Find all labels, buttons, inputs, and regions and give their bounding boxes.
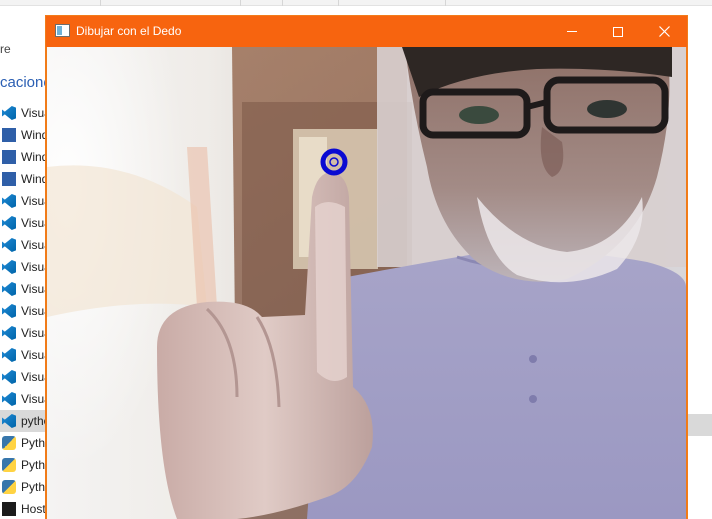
title-bar[interactable]: Dibujar con el Dedo [46, 16, 687, 47]
maximize-icon [613, 26, 623, 37]
list-item[interactable]: Wind [0, 124, 48, 146]
terminal-icon [2, 502, 16, 516]
background-toolbar-strip [0, 0, 712, 6]
list-item[interactable]: Visua [0, 190, 51, 212]
list-item[interactable]: Visua [0, 300, 51, 322]
python-icon [2, 458, 16, 472]
selected-row-highlight [688, 414, 712, 436]
python-icon [2, 480, 16, 494]
window-app-icon [55, 24, 70, 37]
webcam-image [47, 47, 686, 519]
vscode-icon [2, 260, 16, 274]
minimize-button[interactable] [549, 16, 595, 47]
vscode-icon [2, 348, 16, 362]
desktop: re caciones Visual Wind Wind Wind Visua … [0, 0, 712, 519]
list-item[interactable]: Visua [0, 256, 51, 278]
powershell-icon [2, 172, 16, 186]
vscode-icon [2, 216, 16, 230]
list-item[interactable]: Visua [0, 234, 51, 256]
list-item[interactable]: Pytho [0, 432, 52, 454]
background-app-list: Visual Wind Wind Wind Visua Visua Visua … [0, 102, 53, 519]
python-icon [2, 436, 16, 450]
minimize-icon [567, 31, 577, 32]
powershell-icon [2, 128, 16, 142]
list-item[interactable]: Wind [0, 168, 48, 190]
vscode-icon [2, 304, 16, 318]
list-item[interactable]: Visual [0, 102, 53, 124]
list-item[interactable]: Visua [0, 388, 51, 410]
list-item[interactable]: Pytho [0, 476, 52, 498]
list-item-label: Host [21, 502, 46, 516]
vscode-icon [2, 194, 16, 208]
list-item[interactable]: Visua [0, 344, 51, 366]
vscode-icon [2, 326, 16, 340]
background-header-text: re [0, 42, 11, 56]
list-item[interactable]: Wind [0, 146, 48, 168]
vscode-icon [2, 238, 16, 252]
list-item[interactable]: Host [0, 498, 48, 519]
vscode-icon [2, 370, 16, 384]
close-button[interactable] [641, 16, 687, 47]
list-item[interactable]: Pytho [0, 454, 52, 476]
list-item[interactable]: Visua [0, 322, 51, 344]
powershell-icon [2, 150, 16, 164]
list-item[interactable]: Visua [0, 278, 51, 300]
vscode-icon [2, 282, 16, 296]
close-icon [658, 26, 670, 37]
list-item[interactable]: Visua [0, 212, 51, 234]
list-item[interactable]: Visua [0, 366, 51, 388]
list-item-selected[interactable]: pytho [0, 410, 50, 432]
vscode-icon [2, 414, 16, 428]
window-title: Dibujar con el Dedo [76, 24, 182, 38]
maximize-button[interactable] [595, 16, 641, 47]
visual-studio-icon [2, 106, 16, 120]
webcam-feed[interactable] [47, 47, 686, 519]
app-window: Dibujar con el Dedo [45, 15, 688, 519]
vscode-icon [2, 392, 16, 406]
